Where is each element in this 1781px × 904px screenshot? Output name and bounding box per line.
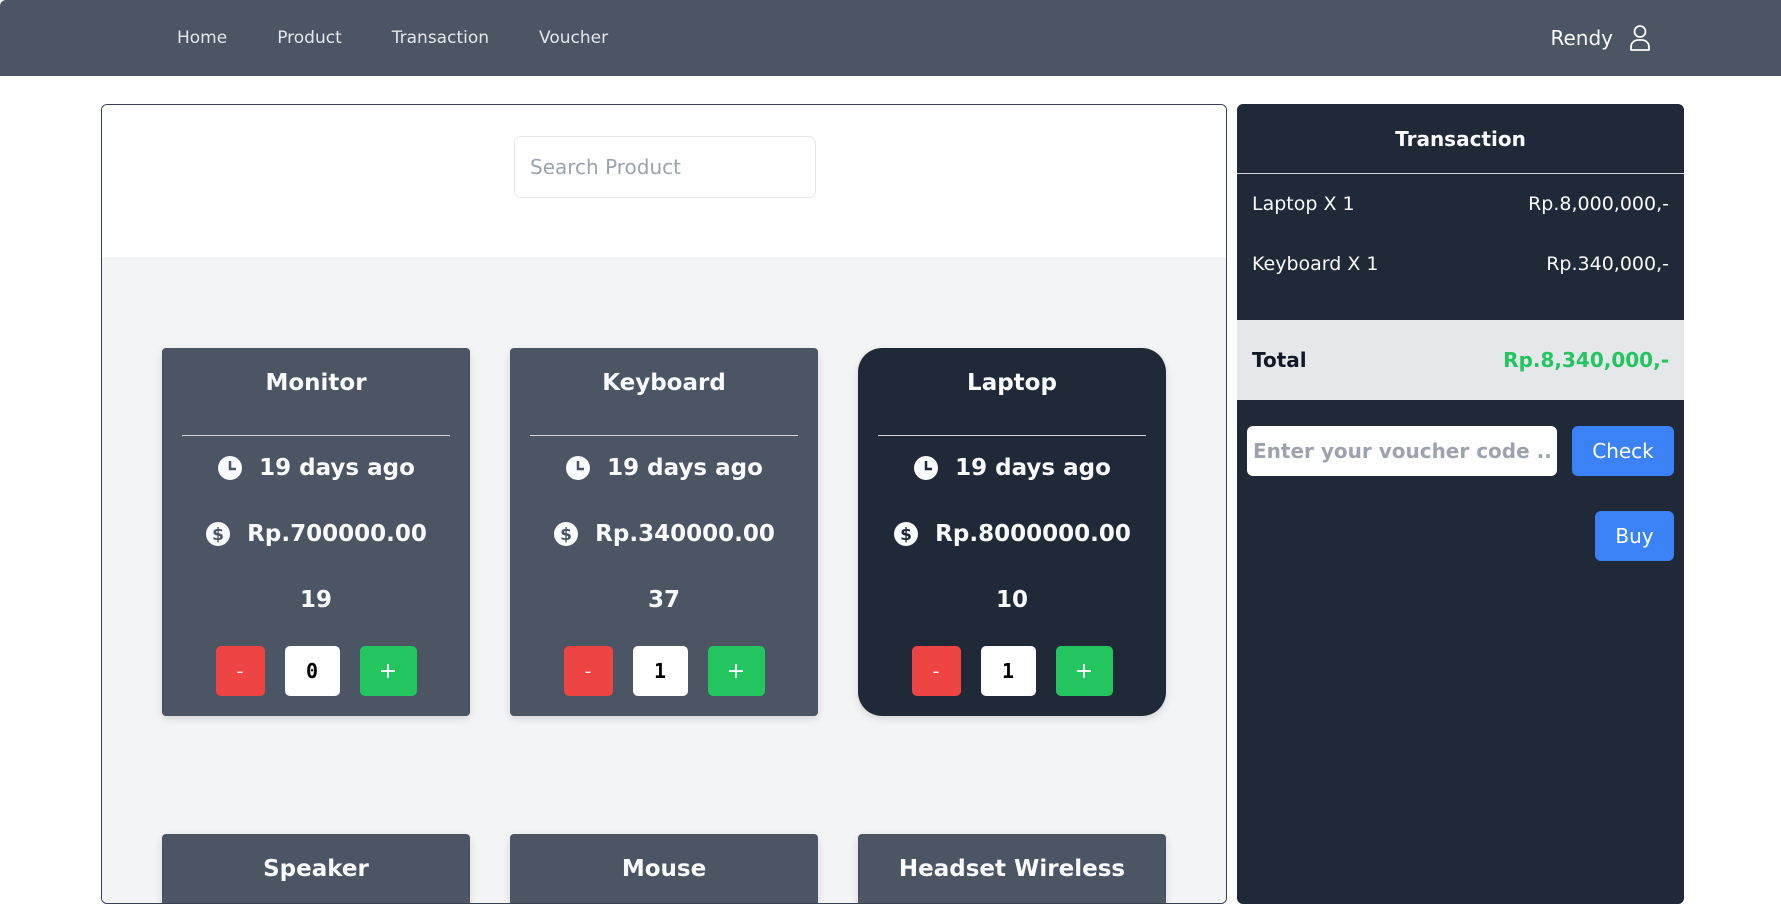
dollar-icon: $: [893, 521, 919, 547]
product-name: Speaker: [162, 856, 470, 882]
search-input[interactable]: [514, 136, 816, 198]
transaction-item: Keyboard X 1 Rp.340,000,-: [1237, 234, 1684, 294]
transaction-item-label: Laptop X 1: [1252, 193, 1355, 215]
decrement-button[interactable]: -: [564, 646, 613, 696]
product-card-monitor[interactable]: Monitor 19 days ago $ Rp.700000.00 19 - …: [162, 348, 470, 716]
dollar-icon: $: [553, 521, 579, 547]
product-time: 19 days ago: [955, 455, 1111, 481]
increment-button[interactable]: +: [708, 646, 765, 696]
product-card-speaker[interactable]: Speaker: [162, 834, 470, 904]
product-name: Monitor: [162, 370, 470, 396]
product-card-keyboard[interactable]: Keyboard 19 days ago $ Rp.340000.00 37 -…: [510, 348, 818, 716]
user-icon[interactable]: [1629, 24, 1651, 52]
product-time: 19 days ago: [607, 455, 763, 481]
product-price: Rp.700000.00: [247, 521, 427, 547]
product-name: Laptop: [858, 370, 1166, 396]
quantity-stepper: - 1 +: [510, 646, 818, 696]
quantity-value: 0: [285, 646, 340, 696]
nav-links: Home Product Transaction Voucher: [177, 0, 658, 76]
transaction-title: Transaction: [1237, 104, 1684, 174]
quantity-value: 1: [633, 646, 688, 696]
quantity-stepper: - 1 +: [858, 646, 1166, 696]
increment-button[interactable]: +: [360, 646, 417, 696]
total-value: Rp.8,340,000,-: [1503, 348, 1669, 372]
product-card-laptop[interactable]: Laptop 19 days ago $ Rp.8000000.00 10 - …: [858, 348, 1166, 716]
svg-text:$: $: [560, 525, 572, 545]
nav-link-transaction[interactable]: Transaction: [392, 28, 489, 48]
product-panel: Monitor 19 days ago $ Rp.700000.00 19 - …: [101, 104, 1227, 904]
quantity-stepper: - 0 +: [162, 646, 470, 696]
product-name: Keyboard: [510, 370, 818, 396]
nav-link-home[interactable]: Home: [177, 28, 227, 48]
nav-link-voucher[interactable]: Voucher: [539, 28, 608, 48]
product-time: 19 days ago: [259, 455, 415, 481]
product-stock: 10: [858, 580, 1166, 620]
card-divider: [182, 435, 450, 436]
clock-icon: [217, 455, 243, 481]
transaction-item-amount: Rp.340,000,-: [1546, 253, 1669, 275]
transaction-total: Total Rp.8,340,000,-: [1237, 320, 1684, 400]
search-area: [102, 105, 1226, 257]
product-price: Rp.8000000.00: [935, 521, 1131, 547]
product-stock: 37: [510, 580, 818, 620]
total-label: Total: [1252, 348, 1307, 372]
clock-icon: [565, 455, 591, 481]
product-name: Mouse: [510, 856, 818, 882]
clock-icon: [913, 455, 939, 481]
product-card-mouse[interactable]: Mouse: [510, 834, 818, 904]
svg-text:$: $: [900, 525, 912, 545]
product-name: Headset Wireless: [858, 856, 1166, 882]
quantity-value: 1: [981, 646, 1036, 696]
transaction-panel: Transaction Laptop X 1 Rp.8,000,000,- Ke…: [1237, 104, 1684, 904]
user-name: Rendy: [1550, 26, 1613, 50]
card-divider: [878, 435, 1146, 436]
product-grid: Monitor 19 days ago $ Rp.700000.00 19 - …: [102, 257, 1226, 904]
transaction-item-amount: Rp.8,000,000,-: [1528, 193, 1669, 215]
product-card-headset-wireless[interactable]: Headset Wireless: [858, 834, 1166, 904]
navbar: Home Product Transaction Voucher Rendy: [0, 0, 1781, 76]
nav-link-product[interactable]: Product: [277, 28, 342, 48]
check-voucher-button[interactable]: Check: [1572, 426, 1674, 476]
increment-button[interactable]: +: [1056, 646, 1113, 696]
product-stock: 19: [162, 580, 470, 620]
user-menu[interactable]: Rendy: [1550, 0, 1651, 76]
svg-text:$: $: [212, 525, 224, 545]
voucher-input[interactable]: [1247, 426, 1557, 476]
buy-button[interactable]: Buy: [1595, 511, 1674, 561]
dollar-icon: $: [205, 521, 231, 547]
decrement-button[interactable]: -: [216, 646, 265, 696]
transaction-item-label: Keyboard X 1: [1252, 253, 1379, 275]
decrement-button[interactable]: -: [912, 646, 961, 696]
card-divider: [530, 435, 798, 436]
product-price: Rp.340000.00: [595, 521, 775, 547]
transaction-item: Laptop X 1 Rp.8,000,000,-: [1237, 174, 1684, 234]
